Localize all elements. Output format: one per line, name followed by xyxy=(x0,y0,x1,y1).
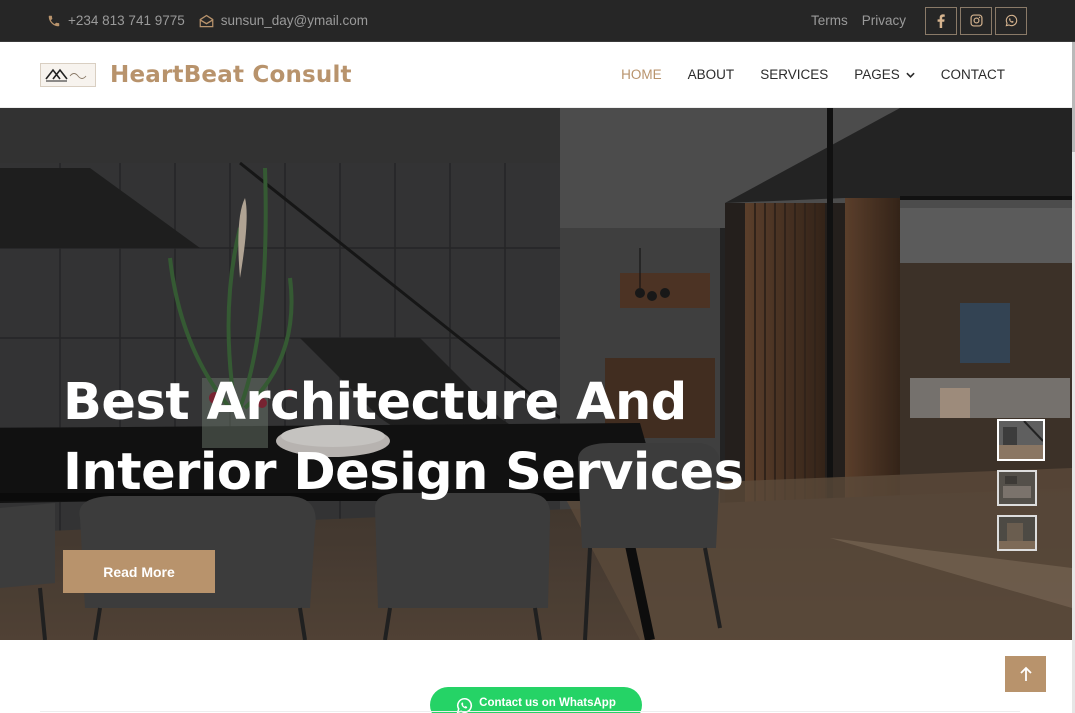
page: +234 813 741 9775 sunsun_day@ymail.com T… xyxy=(0,0,1075,713)
whatsapp-contact-label: Contact us on WhatsApp xyxy=(479,697,616,709)
main-menu: HOME ABOUT SERVICES PAGES CONTACT xyxy=(595,67,1005,82)
phone-text: +234 813 741 9775 xyxy=(68,13,185,28)
arrow-up-icon xyxy=(1019,666,1032,681)
top-right: Terms Privacy xyxy=(797,6,1027,35)
nav-pages-label: PAGES xyxy=(854,67,900,82)
nav-home-label: HOME xyxy=(621,67,662,82)
thumbnail-image xyxy=(999,421,1043,459)
main-navbar: HeartBeat Consult HOME ABOUT SERVICES PA… xyxy=(0,42,1075,108)
back-to-top-button[interactable] xyxy=(1005,656,1046,692)
hero-title-line-2: Interior Design Services xyxy=(63,443,744,502)
nav-home[interactable]: HOME xyxy=(621,67,662,82)
instagram-button[interactable] xyxy=(960,6,992,35)
envelope-open-icon xyxy=(199,14,214,27)
hero-banner: Best Architecture And Interior Design Se… xyxy=(0,108,1072,640)
thumbnail-image xyxy=(999,517,1035,549)
chevron-down-icon xyxy=(906,72,915,78)
slide-thumbnails xyxy=(997,419,1045,560)
read-more-button[interactable]: Read More xyxy=(63,550,215,593)
facebook-button[interactable] xyxy=(925,6,957,35)
logo xyxy=(40,62,96,87)
slide-thumbnail-3[interactable] xyxy=(997,515,1037,551)
nav-services-label: SERVICES xyxy=(760,67,829,82)
terms-link[interactable]: Terms xyxy=(811,13,848,28)
social-links xyxy=(922,6,1027,35)
slide-thumbnail-2[interactable] xyxy=(997,470,1037,506)
top-bar: +234 813 741 9775 sunsun_day@ymail.com T… xyxy=(0,0,1075,42)
email-text: sunsun_day@ymail.com xyxy=(220,13,369,28)
phone-icon xyxy=(48,15,60,26)
whatsapp-button[interactable] xyxy=(995,6,1027,35)
brand[interactable]: HeartBeat Consult xyxy=(40,62,352,88)
whatsapp-contact-button[interactable]: Contact us on WhatsApp xyxy=(430,687,642,713)
facebook-icon xyxy=(937,13,945,28)
top-contact: +234 813 741 9775 sunsun_day@ymail.com xyxy=(47,13,382,28)
hero-title-line-1: Best Architecture And xyxy=(63,373,687,432)
brand-name: HeartBeat Consult xyxy=(110,61,352,88)
phone-contact[interactable]: +234 813 741 9775 xyxy=(47,13,185,28)
instagram-icon xyxy=(969,14,983,27)
nav-about[interactable]: ABOUT xyxy=(688,67,735,82)
slide-thumbnail-1[interactable] xyxy=(997,419,1045,461)
section-divider xyxy=(40,711,1020,712)
nav-services[interactable]: SERVICES xyxy=(760,67,828,82)
whatsapp-icon xyxy=(1005,14,1017,27)
email-contact[interactable]: sunsun_day@ymail.com xyxy=(199,13,368,28)
nav-about-label: ABOUT xyxy=(687,67,735,82)
logo-mark-icon xyxy=(45,68,87,81)
thumbnail-image xyxy=(999,472,1035,504)
privacy-link[interactable]: Privacy xyxy=(862,13,906,28)
nav-pages[interactable]: PAGES xyxy=(854,67,915,82)
nav-contact-label: CONTACT xyxy=(940,67,1005,82)
hero-title: Best Architecture And Interior Design Se… xyxy=(63,368,744,508)
nav-contact[interactable]: CONTACT xyxy=(941,67,1005,82)
